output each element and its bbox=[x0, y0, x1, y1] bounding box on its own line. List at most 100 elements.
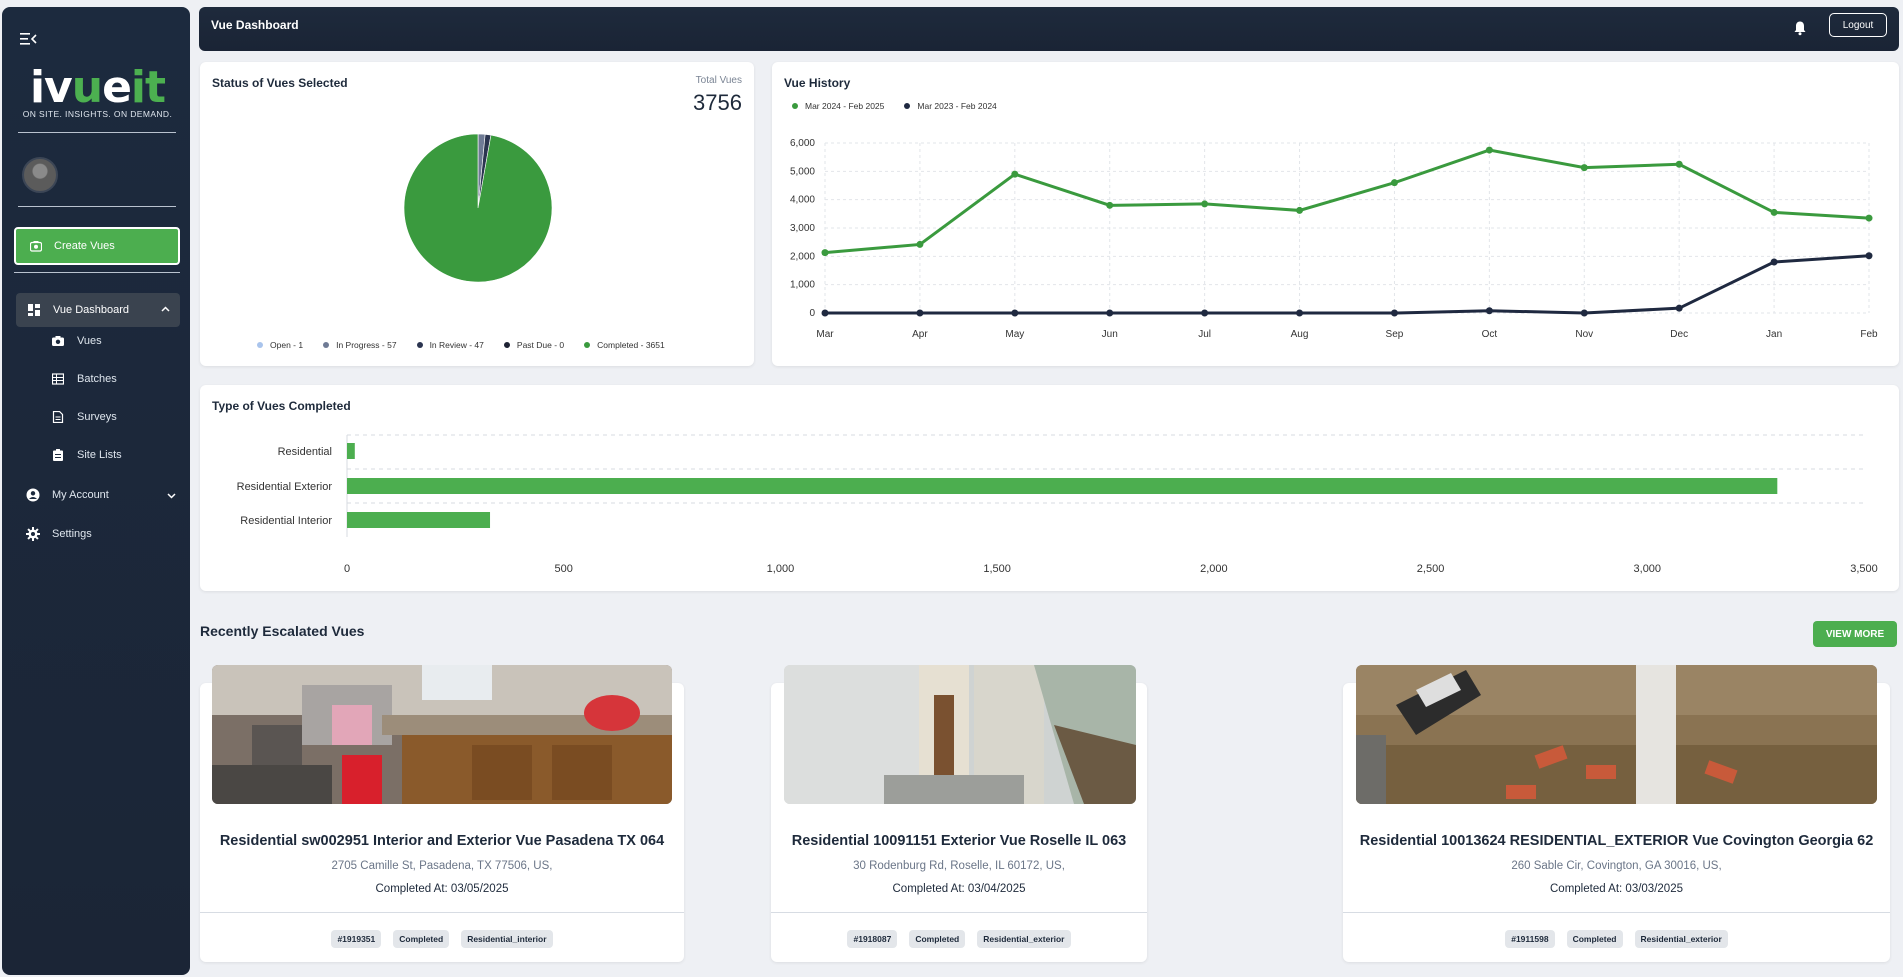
document-icon bbox=[52, 411, 64, 423]
vue-address: 260 Sable Cir, Covington, GA 30016, US, bbox=[1511, 860, 1722, 872]
logout-button[interactable]: Logout bbox=[1829, 13, 1887, 37]
camera-plus-icon bbox=[30, 241, 42, 252]
y-tick-label: 3,000 bbox=[790, 223, 815, 234]
sidebar-item-batches[interactable]: Batches bbox=[52, 373, 117, 385]
x-tick-label: 2,000 bbox=[1200, 563, 1228, 575]
sidebar-item-settings[interactable]: Settings bbox=[26, 527, 176, 541]
vue-completed-at: Completed At: 03/04/2025 bbox=[892, 883, 1026, 895]
series-point bbox=[1201, 200, 1209, 208]
sidebar-item-site-lists[interactable]: Site Lists bbox=[52, 449, 122, 461]
status-legend-item[interactable]: In Progress - 57 bbox=[323, 340, 397, 350]
history-card: Vue History Mar 2024 - Feb 2025 Mar 2023 … bbox=[772, 62, 1899, 366]
y-category-label: Residential bbox=[278, 446, 332, 458]
series-point bbox=[821, 249, 829, 257]
series-point bbox=[1770, 208, 1778, 216]
divider bbox=[14, 272, 180, 273]
legend-label: Completed - 3651 bbox=[597, 340, 665, 350]
x-tick-label: 500 bbox=[555, 563, 573, 575]
bar bbox=[347, 478, 1778, 494]
sidebar-item-my-account[interactable]: My Account bbox=[26, 488, 176, 502]
vue-status-chip: Completed bbox=[909, 930, 966, 948]
vue-type-chip: Residential_interior bbox=[461, 930, 553, 948]
dashboard-icon bbox=[28, 304, 40, 316]
status-legend-item[interactable]: Past Due - 0 bbox=[503, 340, 565, 350]
series-point bbox=[1675, 160, 1683, 168]
status-legend-item[interactable]: Completed - 3651 bbox=[584, 340, 665, 350]
x-tick-label: Apr bbox=[912, 329, 928, 340]
vue-completed-at: Completed At: 03/03/2025 bbox=[1550, 883, 1683, 895]
x-tick-label: 3,500 bbox=[1850, 563, 1878, 575]
status-legend-item[interactable]: In Review - 47 bbox=[416, 340, 484, 350]
series-point bbox=[1390, 179, 1398, 187]
y-category-label: Residential Interior bbox=[240, 515, 332, 527]
legend-label: Open - 1 bbox=[270, 340, 304, 350]
series-point bbox=[1106, 309, 1114, 317]
legend-dot bbox=[584, 342, 591, 348]
y-tick-label: 2,000 bbox=[790, 251, 815, 262]
sidebar-item-vue-dashboard[interactable]: Vue Dashboard bbox=[16, 293, 180, 327]
vue-title[interactable]: Residential sw002951 Interior and Exteri… bbox=[200, 833, 684, 849]
vue-address: 2705 Camille St, Pasadena, TX 77506, US, bbox=[331, 860, 553, 872]
series-point bbox=[1675, 304, 1683, 312]
series-point bbox=[1011, 170, 1019, 178]
vue-id-chip: #1919351 bbox=[331, 930, 382, 948]
vue-photo-kitchen[interactable] bbox=[212, 665, 672, 804]
x-tick-label: Jul bbox=[1198, 329, 1211, 340]
pie-slice-completed bbox=[403, 133, 553, 283]
legend-dot bbox=[257, 342, 263, 348]
y-tick-label: 5,000 bbox=[790, 166, 815, 177]
y-category-label: Residential Exterior bbox=[237, 481, 333, 493]
sidebar: ivueit ON SITE. INSIGHTS. ON DEMAND. Cre… bbox=[2, 7, 190, 975]
sidebar-item-label: Settings bbox=[52, 528, 92, 540]
series-line bbox=[824, 148, 1870, 255]
legend-dot bbox=[503, 342, 510, 348]
sidebar-item-surveys[interactable]: Surveys bbox=[52, 411, 117, 423]
vue-title[interactable]: Residential 10091151 Exterior Vue Rosell… bbox=[771, 833, 1147, 849]
type-bar-chart: Residential Residential Exterior Residenti… bbox=[237, 434, 1878, 575]
series-point bbox=[1865, 252, 1873, 260]
vue-chips: #1918087 Completed Residential_exterior bbox=[771, 930, 1147, 948]
sidebar-item-label: Surveys bbox=[77, 411, 117, 423]
series-point bbox=[1390, 309, 1398, 317]
sidebar-item-label: Vues bbox=[77, 335, 102, 347]
x-tick-label: 2,500 bbox=[1417, 563, 1445, 575]
clipboard-icon bbox=[53, 449, 63, 461]
page-title: Vue Dashboard bbox=[211, 18, 299, 32]
top-header: Vue Dashboard Logout bbox=[199, 7, 1899, 51]
legend-label: Past Due - 0 bbox=[516, 340, 565, 350]
status-legend: Open - 1 In Progress - 57 In Review - 47 Pa… bbox=[257, 340, 665, 350]
legend-label: In Progress - 57 bbox=[336, 340, 397, 350]
x-tick-label: Aug bbox=[1291, 329, 1309, 340]
series-point bbox=[1485, 307, 1493, 315]
series-point bbox=[1865, 214, 1873, 222]
sidebar-item-vues[interactable]: Vues bbox=[52, 335, 102, 347]
series-point bbox=[1201, 309, 1209, 317]
divider bbox=[18, 206, 176, 207]
vue-completed-at: Completed At: 03/05/2025 bbox=[375, 883, 509, 895]
status-legend-item[interactable]: Open - 1 bbox=[257, 340, 303, 350]
x-tick-label: Mar bbox=[816, 329, 834, 340]
avatar[interactable] bbox=[22, 157, 58, 193]
vue-id-chip: #1911598 bbox=[1505, 930, 1555, 948]
vue-title[interactable]: Residential 10013624 RESIDENTIAL_EXTERIO… bbox=[1343, 833, 1890, 849]
x-tick-label: Dec bbox=[1670, 329, 1688, 340]
bell-icon[interactable] bbox=[1793, 20, 1807, 36]
vue-photo-mailbox[interactable] bbox=[1356, 665, 1877, 804]
divider bbox=[771, 912, 1147, 913]
create-vues-button[interactable]: Create Vues bbox=[14, 227, 180, 265]
vue-id-chip: #1918087 bbox=[847, 930, 898, 948]
history-line-chart: 0 1,000 2,000 3,000 4,000 5,000 6,000 Mar Apr May… bbox=[790, 138, 1878, 340]
vue-status-chip: Completed bbox=[393, 930, 450, 948]
vue-chips: #1911598 Completed Residential_exterior bbox=[1343, 930, 1890, 948]
x-tick-label: 0 bbox=[344, 563, 350, 575]
status-card: Status of Vues Selected Total Vues 3756 … bbox=[200, 62, 754, 366]
divider bbox=[1343, 912, 1890, 913]
create-vues-label: Create Vues bbox=[54, 240, 115, 252]
x-tick-label: 1,500 bbox=[983, 563, 1011, 575]
divider bbox=[200, 912, 684, 913]
vue-photo-door-frame[interactable] bbox=[784, 665, 1136, 804]
view-more-button[interactable]: VIEW MORE bbox=[1813, 621, 1897, 647]
y-tick-label: 0 bbox=[809, 308, 815, 319]
menu-collapse-icon[interactable] bbox=[20, 31, 38, 47]
series-point bbox=[1106, 201, 1114, 209]
